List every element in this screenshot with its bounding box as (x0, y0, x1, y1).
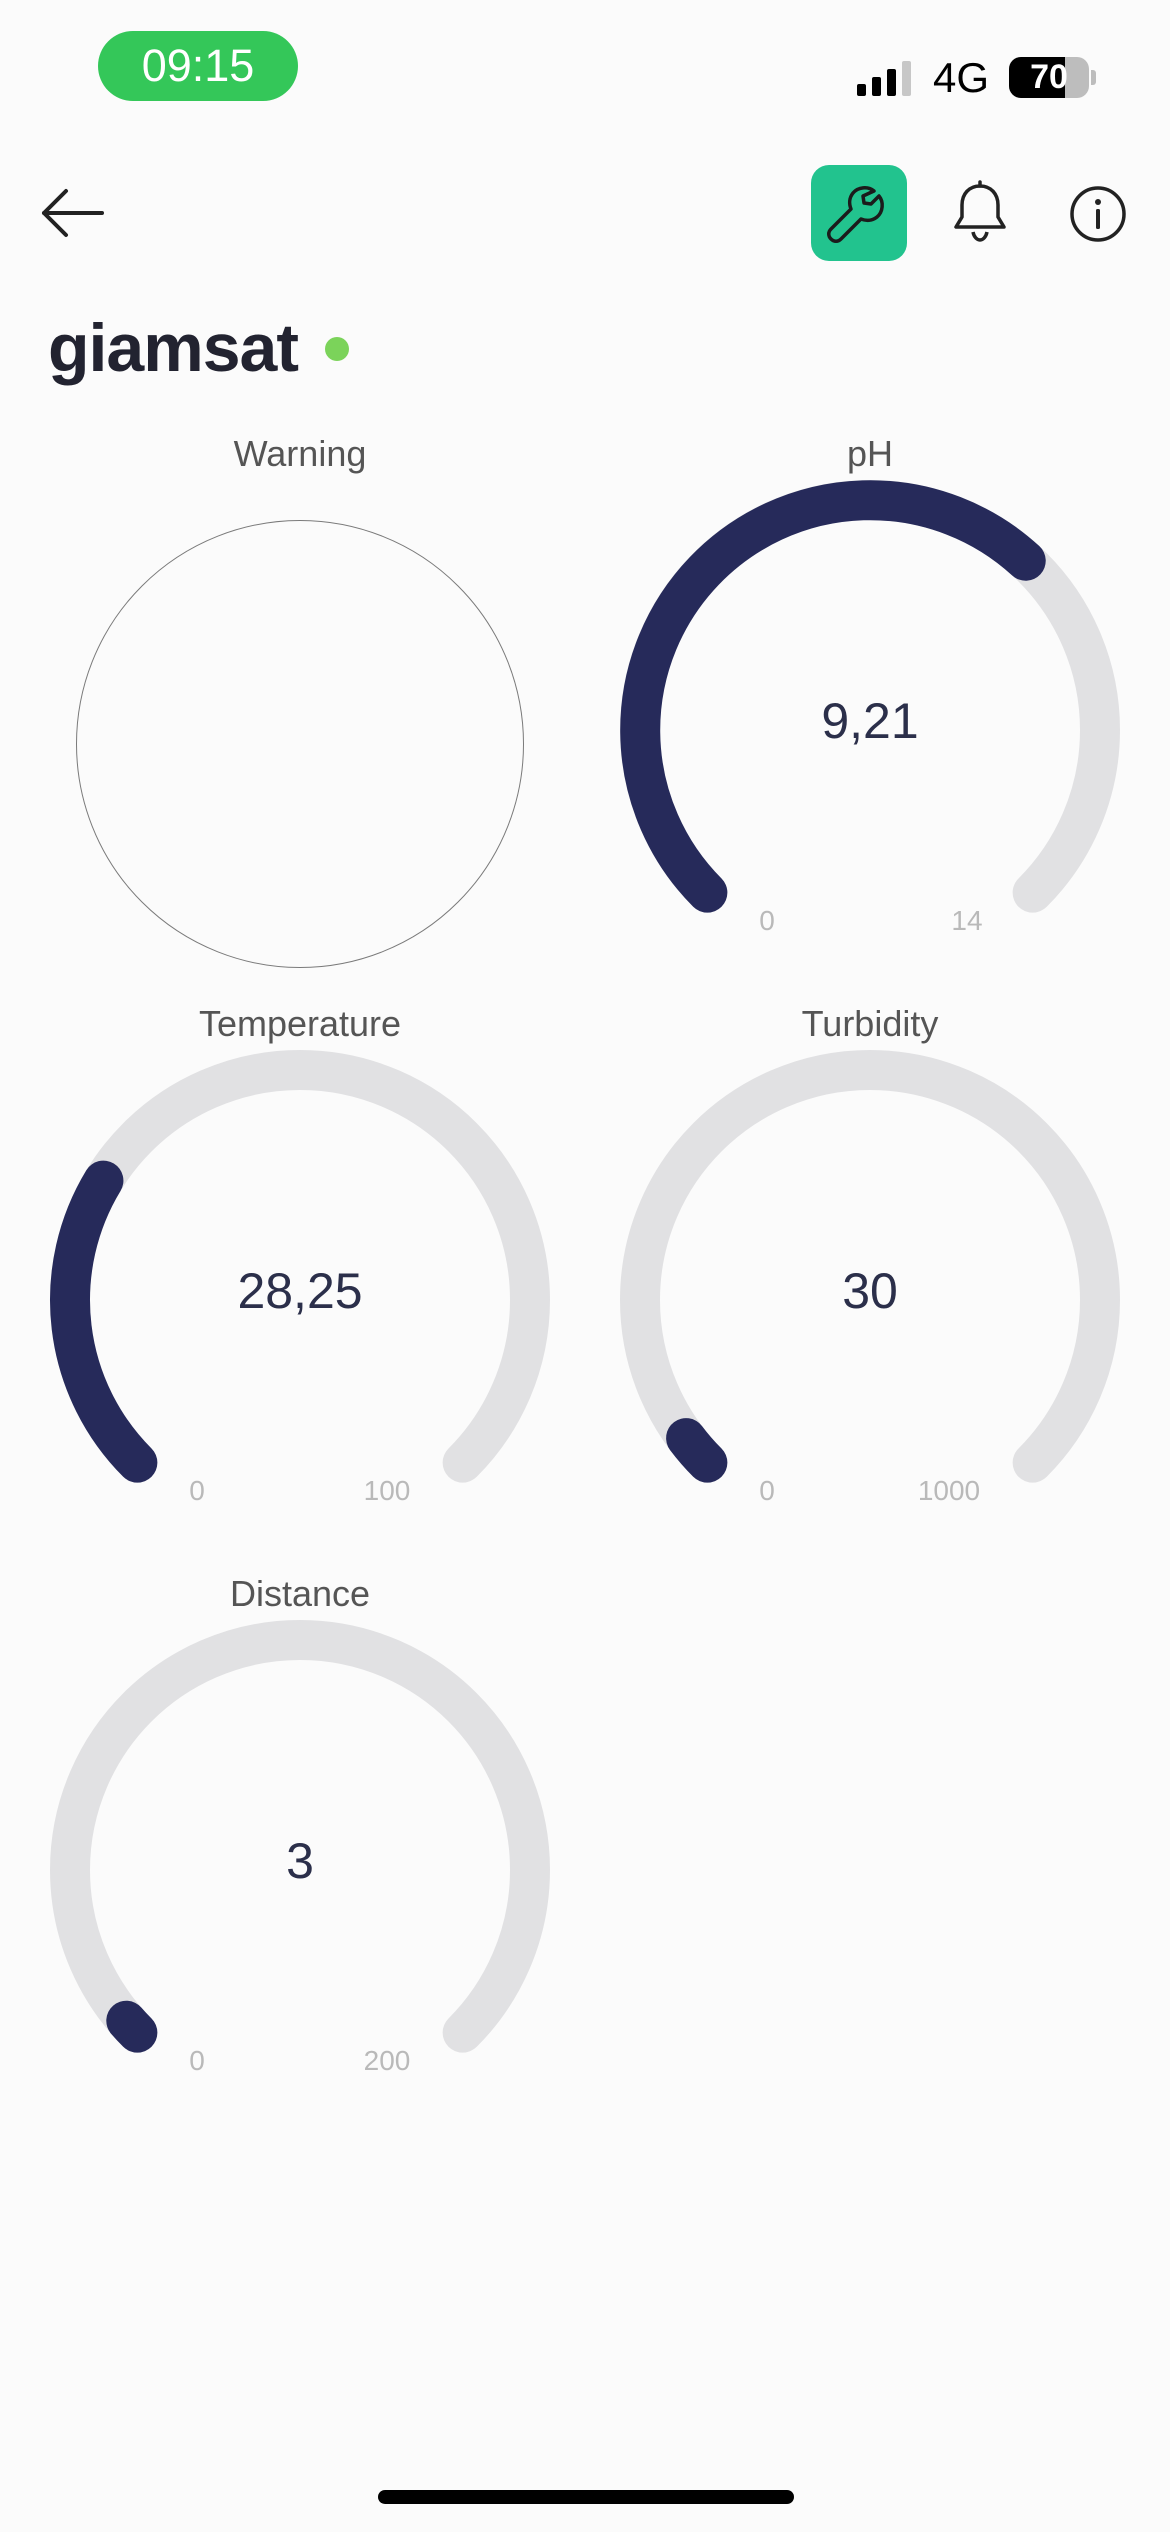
notifications-button[interactable] (950, 180, 1010, 246)
device-info-button[interactable] (1069, 185, 1127, 243)
temperature-title: Temperature (198, 1003, 402, 1044)
ph-max-label: 14 (951, 905, 982, 936)
distance-title: Distance (229, 1573, 371, 1614)
temperature-value: 28,25 (237, 1263, 362, 1319)
warning-led-indicator (76, 520, 524, 968)
distance-gauge-fill (106, 2000, 158, 2053)
temperature-gauge: 28,25 0 100 (50, 1049, 550, 1506)
warning-title: Warning (233, 433, 367, 474)
battery-icon: 70 (1009, 57, 1089, 98)
ph-gauge: 9,21 0 14 (620, 479, 1120, 936)
wrench-icon (827, 186, 884, 243)
device-name: giamsat (48, 310, 299, 386)
arrow-left-icon (42, 189, 104, 237)
ph-value: 9,21 (821, 693, 918, 749)
temperature-gauge-fill (50, 1160, 158, 1483)
device-settings-button[interactable] (811, 165, 907, 261)
network-type: 4G (933, 54, 990, 101)
distance-min-label: 0 (189, 2045, 205, 2076)
home-indicator (378, 2490, 794, 2504)
temperature-min-label: 0 (189, 1475, 205, 1506)
back-button[interactable] (38, 185, 108, 241)
turbidity-title: Turbidity (801, 1003, 939, 1044)
ph-title: pH (846, 433, 894, 474)
battery-percentage: 70 (1030, 58, 1068, 96)
turbidity-gauge-fill (666, 1418, 728, 1483)
info-icon (1070, 186, 1126, 242)
distance-gauge: 3 0 200 (50, 1619, 550, 2076)
turbidity-min-label: 0 (759, 1475, 775, 1506)
turbidity-max-label: 1000 (918, 1475, 980, 1506)
cellular-signal-icon (857, 61, 911, 96)
status-time: 09:15 (98, 31, 298, 101)
distance-value: 3 (286, 1833, 314, 1889)
bell-icon (954, 180, 1006, 242)
turbidity-value: 30 (842, 1263, 898, 1319)
online-status-dot (325, 337, 349, 361)
battery-tip (1091, 70, 1096, 85)
temperature-max-label: 100 (364, 1475, 411, 1506)
turbidity-gauge: 30 0 1000 (620, 1049, 1120, 1506)
distance-max-label: 200 (364, 2045, 411, 2076)
ph-min-label: 0 (759, 905, 775, 936)
